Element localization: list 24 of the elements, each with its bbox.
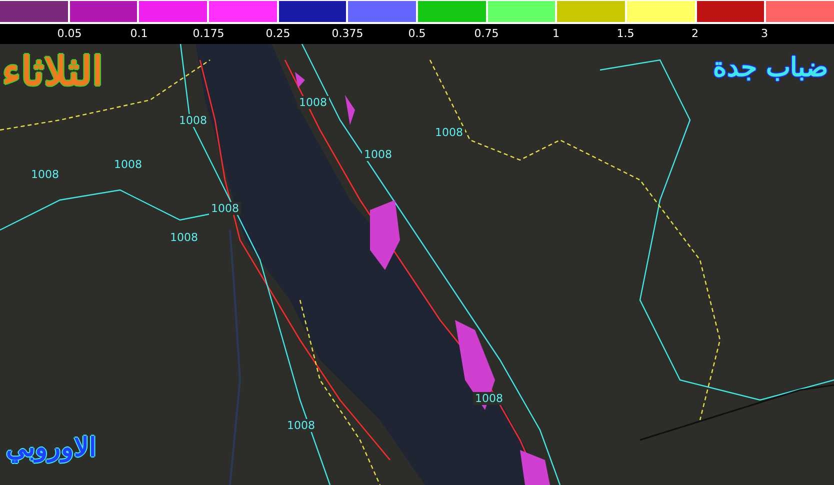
- isobar-label: 1008: [297, 96, 329, 109]
- isobar-label: 1008: [433, 126, 465, 139]
- legend-label: 1.5: [616, 27, 636, 40]
- legend-label: 3: [760, 27, 769, 40]
- legend-label: 0.5: [407, 27, 427, 40]
- legend-label: 1: [552, 27, 560, 40]
- isobar-label: 1008: [362, 148, 394, 161]
- model-label: الاوروبي: [6, 432, 96, 463]
- isobar-label: 1008: [209, 202, 241, 215]
- isobar-label: 1008: [112, 158, 144, 171]
- isobar-label: 1008: [177, 114, 209, 127]
- legend-label: 0.1: [129, 27, 149, 40]
- legend-label: 0.75: [473, 27, 500, 40]
- legend-label: 0.175: [192, 27, 226, 40]
- isobar-label: 1008: [29, 168, 61, 181]
- isobar-label: 1008: [285, 419, 317, 432]
- legend-label: 2: [690, 27, 700, 40]
- legend-label: 0.05: [56, 27, 83, 40]
- legend-label: 0.25: [264, 27, 292, 40]
- legend-label: 0.375: [330, 27, 364, 40]
- isobar-label: 1008: [473, 392, 505, 405]
- isobar-label: 1008: [168, 231, 200, 244]
- map-title: ضباب جدة: [712, 52, 828, 83]
- day-label: الثلاثاء: [2, 48, 103, 95]
